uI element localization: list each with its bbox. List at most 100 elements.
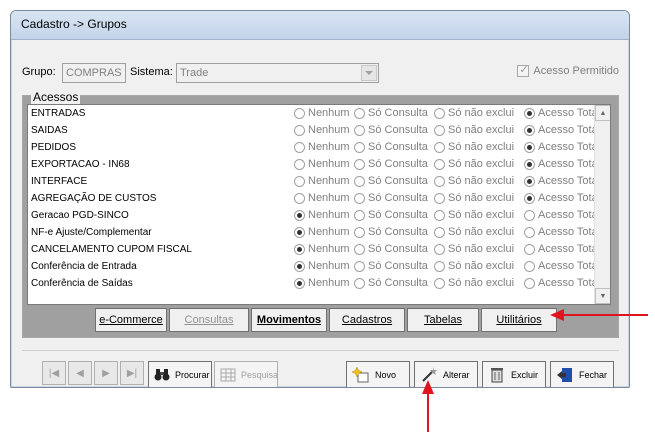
- tab-movimentos[interactable]: Movimentos: [251, 308, 327, 332]
- radio-label: Acesso Total: [538, 243, 601, 255]
- radio-option[interactable]: Só Consulta: [354, 139, 428, 156]
- radio-option[interactable]: Nenhum: [294, 207, 350, 224]
- next-record-icon[interactable]: ▶: [94, 361, 118, 385]
- radio-option[interactable]: Só não exclui: [434, 241, 514, 258]
- radio-button-icon: [524, 159, 535, 170]
- radio-option[interactable]: Só Consulta: [354, 275, 428, 292]
- scroll-down-icon[interactable]: ▼: [595, 288, 610, 304]
- fechar-label: Fechar: [579, 370, 608, 380]
- excluir-label: Excluir: [511, 370, 539, 380]
- radio-option[interactable]: Acesso Total: [524, 241, 600, 258]
- radio-option[interactable]: Só Consulta: [354, 207, 428, 224]
- radio-button-icon: [354, 159, 365, 170]
- radio-option[interactable]: Acesso Total: [524, 207, 600, 224]
- radio-option[interactable]: Só Consulta: [354, 224, 428, 241]
- radio-option[interactable]: Acesso Total: [524, 275, 600, 292]
- sistema-combo[interactable]: Trade: [176, 63, 379, 83]
- radio-button-icon: [434, 227, 445, 238]
- radio-option[interactable]: Nenhum: [294, 122, 350, 139]
- radio-option[interactable]: Nenhum: [294, 224, 350, 241]
- novo-button[interactable]: Novo: [346, 361, 410, 387]
- radio-option[interactable]: Só Consulta: [354, 190, 428, 207]
- radio-label: Só não exclui: [448, 260, 515, 272]
- radio-option[interactable]: Acesso Total: [524, 190, 600, 207]
- radio-option[interactable]: Acesso Total: [524, 156, 600, 173]
- radio-label: Só não exclui: [448, 277, 515, 289]
- radio-option[interactable]: Nenhum: [294, 241, 350, 258]
- radio-button-icon: [524, 142, 535, 153]
- radio-label: Só não exclui: [448, 192, 515, 204]
- radio-option[interactable]: Só Consulta: [354, 105, 428, 122]
- binoculars-icon: [154, 366, 170, 384]
- radio-option[interactable]: Nenhum: [294, 258, 350, 275]
- radio-option[interactable]: Nenhum: [294, 190, 350, 207]
- excluir-button[interactable]: Excluir: [482, 361, 546, 387]
- radio-option[interactable]: Só Consulta: [354, 241, 428, 258]
- row-name: CANCELAMENTO CUPOM FISCAL: [31, 244, 192, 255]
- radio-option[interactable]: Nenhum: [294, 173, 350, 190]
- radio-option[interactable]: Só não exclui: [434, 258, 514, 275]
- radio-option[interactable]: Acesso Total: [524, 122, 600, 139]
- radio-button-icon: [294, 125, 305, 136]
- radio-option[interactable]: Nenhum: [294, 139, 350, 156]
- radio-option[interactable]: Só não exclui: [434, 224, 514, 241]
- grupo-field[interactable]: COMPRAS: [62, 63, 126, 83]
- first-record-icon[interactable]: |◀: [42, 361, 66, 385]
- radio-option[interactable]: Só não exclui: [434, 105, 514, 122]
- radio-option[interactable]: Só Consulta: [354, 258, 428, 275]
- table-row: Conferência de Entrada Nenhum Só Consulta S…: [28, 258, 610, 275]
- radio-button-icon: [294, 159, 305, 170]
- pesquisa-button[interactable]: Pesquisa: [214, 361, 278, 387]
- radio-option[interactable]: Só não exclui: [434, 207, 514, 224]
- radio-option[interactable]: Só Consulta: [354, 173, 428, 190]
- radio-option[interactable]: Só Consulta: [354, 122, 428, 139]
- radio-button-icon: [434, 244, 445, 255]
- row-name: Conferência de Saídas: [31, 278, 133, 289]
- tab-tabelas[interactable]: Tabelas: [407, 308, 479, 332]
- radio-label: Só não exclui: [448, 158, 515, 170]
- radio-option[interactable]: Nenhum: [294, 105, 350, 122]
- radio-option[interactable]: Só não exclui: [434, 156, 514, 173]
- radio-label: Só não exclui: [448, 124, 515, 136]
- scroll-up-icon[interactable]: ▲: [595, 105, 610, 121]
- radio-button-icon: [434, 210, 445, 221]
- procurar-button[interactable]: Procurar: [148, 361, 212, 387]
- radio-option[interactable]: Só Consulta: [354, 156, 428, 173]
- grupo-label: Grupo:: [22, 66, 56, 78]
- radio-label: Só Consulta: [368, 124, 428, 136]
- radio-option[interactable]: Só não exclui: [434, 139, 514, 156]
- tab-e-commerce[interactable]: e-Commerce: [95, 308, 167, 332]
- radio-option[interactable]: Acesso Total: [524, 258, 600, 275]
- radio-button-icon: [434, 278, 445, 289]
- row-name: EXPORTACAO - IN68: [31, 159, 130, 170]
- radio-button-icon: [354, 244, 365, 255]
- radio-button-icon: [434, 125, 445, 136]
- radio-option[interactable]: Acesso Total: [524, 139, 600, 156]
- grid-table-icon: [220, 366, 236, 384]
- radio-label: Só não exclui: [448, 226, 515, 238]
- tab-utilitarios[interactable]: Utilitários: [481, 308, 557, 332]
- fechar-button[interactable]: Fechar: [550, 361, 614, 387]
- radio-option[interactable]: Só não exclui: [434, 173, 514, 190]
- radio-option[interactable]: Só não exclui: [434, 122, 514, 139]
- radio-option[interactable]: Nenhum: [294, 275, 350, 292]
- exit-door-icon: [556, 366, 574, 384]
- grid-vertical-scrollbar[interactable]: ▲ ▼: [594, 105, 610, 304]
- radio-option[interactable]: Acesso Total: [524, 224, 600, 241]
- radio-label: Só não exclui: [448, 107, 515, 119]
- previous-record-icon[interactable]: ◀: [68, 361, 92, 385]
- last-record-icon[interactable]: ▶|: [120, 361, 144, 385]
- radio-label: Nenhum: [308, 141, 350, 153]
- radio-option[interactable]: Acesso Total: [524, 173, 600, 190]
- tab-cadastros[interactable]: Cadastros: [329, 308, 405, 332]
- acesso-permitido-checkbox[interactable]: Acesso Permitido: [517, 63, 619, 77]
- radio-button-icon: [434, 176, 445, 187]
- radio-option[interactable]: Só não exclui: [434, 275, 514, 292]
- radio-label: Acesso Total: [538, 158, 601, 170]
- radio-option[interactable]: Só não exclui: [434, 190, 514, 207]
- radio-option[interactable]: Nenhum: [294, 156, 350, 173]
- table-row: ENTRADAS Nenhum Só Consulta Só não exclui Ac…: [28, 105, 610, 122]
- radio-option[interactable]: Acesso Total: [524, 105, 600, 122]
- chevron-down-icon[interactable]: [361, 65, 377, 81]
- tab-consultas[interactable]: Consultas: [169, 308, 249, 332]
